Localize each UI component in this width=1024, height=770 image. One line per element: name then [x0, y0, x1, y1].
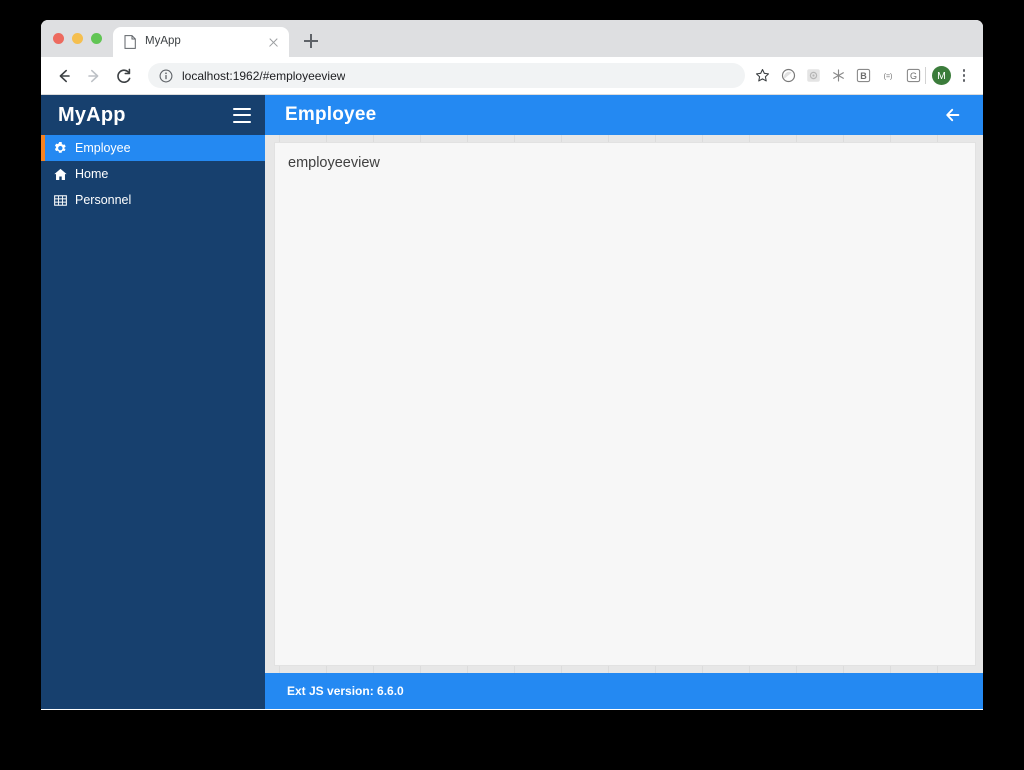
sidebar: MyApp Employee Home Personnel: [41, 95, 265, 709]
extension-icon-6[interactable]: G: [905, 68, 921, 84]
profile-avatar[interactable]: M: [932, 66, 951, 85]
extension-icons: B (=) G: [780, 68, 921, 84]
arrow-left-icon[interactable]: [944, 107, 961, 124]
hamburger-icon[interactable]: [233, 107, 251, 123]
extension-icon-4[interactable]: B: [855, 68, 871, 84]
bookmark-star-icon[interactable]: [751, 65, 773, 87]
status-bar: Ext JS version: 6.6.0: [265, 673, 983, 709]
sidebar-item-home[interactable]: Home: [41, 161, 265, 187]
toolbar-divider: [925, 67, 926, 84]
hamburger-bar: [233, 107, 251, 110]
sidebar-item-label: Personnel: [75, 192, 132, 207]
kebab-dot: [962, 79, 966, 82]
hamburger-bar: [233, 114, 251, 116]
sidebar-header: MyApp: [41, 95, 265, 135]
svg-text:(=): (=): [884, 73, 893, 80]
sidebar-item-personnel[interactable]: Personnel: [41, 187, 265, 213]
app-brand-title: MyApp: [58, 103, 126, 126]
sidebar-item-employee[interactable]: Employee: [41, 135, 265, 161]
tab-strip: MyApp: [41, 20, 983, 57]
new-tab-button[interactable]: [297, 27, 325, 55]
content-panel: employeeview: [274, 142, 976, 666]
maximize-window-button[interactable]: [91, 33, 102, 44]
close-window-button[interactable]: [53, 33, 64, 44]
sidebar-item-label: Home: [75, 166, 109, 181]
forward-button[interactable]: [80, 62, 107, 89]
extension-icon-5[interactable]: (=): [880, 68, 896, 84]
extension-icon-3[interactable]: [830, 68, 846, 84]
home-icon: [53, 167, 68, 182]
extension-icon-2[interactable]: [805, 68, 821, 84]
info-icon[interactable]: [159, 69, 173, 83]
content-text: employeeview: [288, 155, 380, 171]
extension-icon-1[interactable]: [780, 68, 796, 84]
kebab-dot: [962, 74, 966, 77]
browser-toolbar: localhost:1962/#employeeview B (=) G M: [41, 57, 983, 95]
window-controls: [41, 33, 113, 57]
minimize-window-button[interactable]: [72, 33, 83, 44]
gear-icon: [53, 141, 68, 156]
address-bar[interactable]: localhost:1962/#employeeview: [148, 63, 745, 88]
sidebar-nav-list: Employee Home Personnel: [41, 135, 265, 213]
kebab-dot: [962, 69, 966, 72]
reload-button[interactable]: [110, 62, 137, 89]
browser-tab-title: MyApp: [145, 36, 181, 48]
url-text: localhost:1962/#employeeview: [182, 69, 346, 82]
status-bar-text: Ext JS version: 6.6.0: [287, 684, 404, 698]
page-icon: [124, 35, 136, 49]
browser-window: MyApp localhost:1962/#employeeview B (=)…: [41, 20, 983, 710]
svg-text:G: G: [909, 71, 916, 81]
back-button[interactable]: [50, 62, 77, 89]
close-tab-button[interactable]: [266, 35, 281, 50]
svg-text:B: B: [860, 71, 867, 81]
content-wrap: employeeview: [265, 135, 983, 673]
browser-menu-button[interactable]: [955, 65, 973, 87]
hamburger-bar: [233, 120, 251, 123]
browser-tab[interactable]: MyApp: [113, 27, 289, 57]
sidebar-item-label: Employee: [75, 140, 131, 155]
main-region: Employee employeeview Ext JS version: 6.…: [265, 95, 983, 709]
app-viewport: MyApp Employee Home Personnel Employee e…: [41, 95, 983, 709]
table-icon: [53, 193, 68, 208]
main-header: Employee: [265, 95, 983, 135]
page-title: Employee: [285, 104, 377, 125]
